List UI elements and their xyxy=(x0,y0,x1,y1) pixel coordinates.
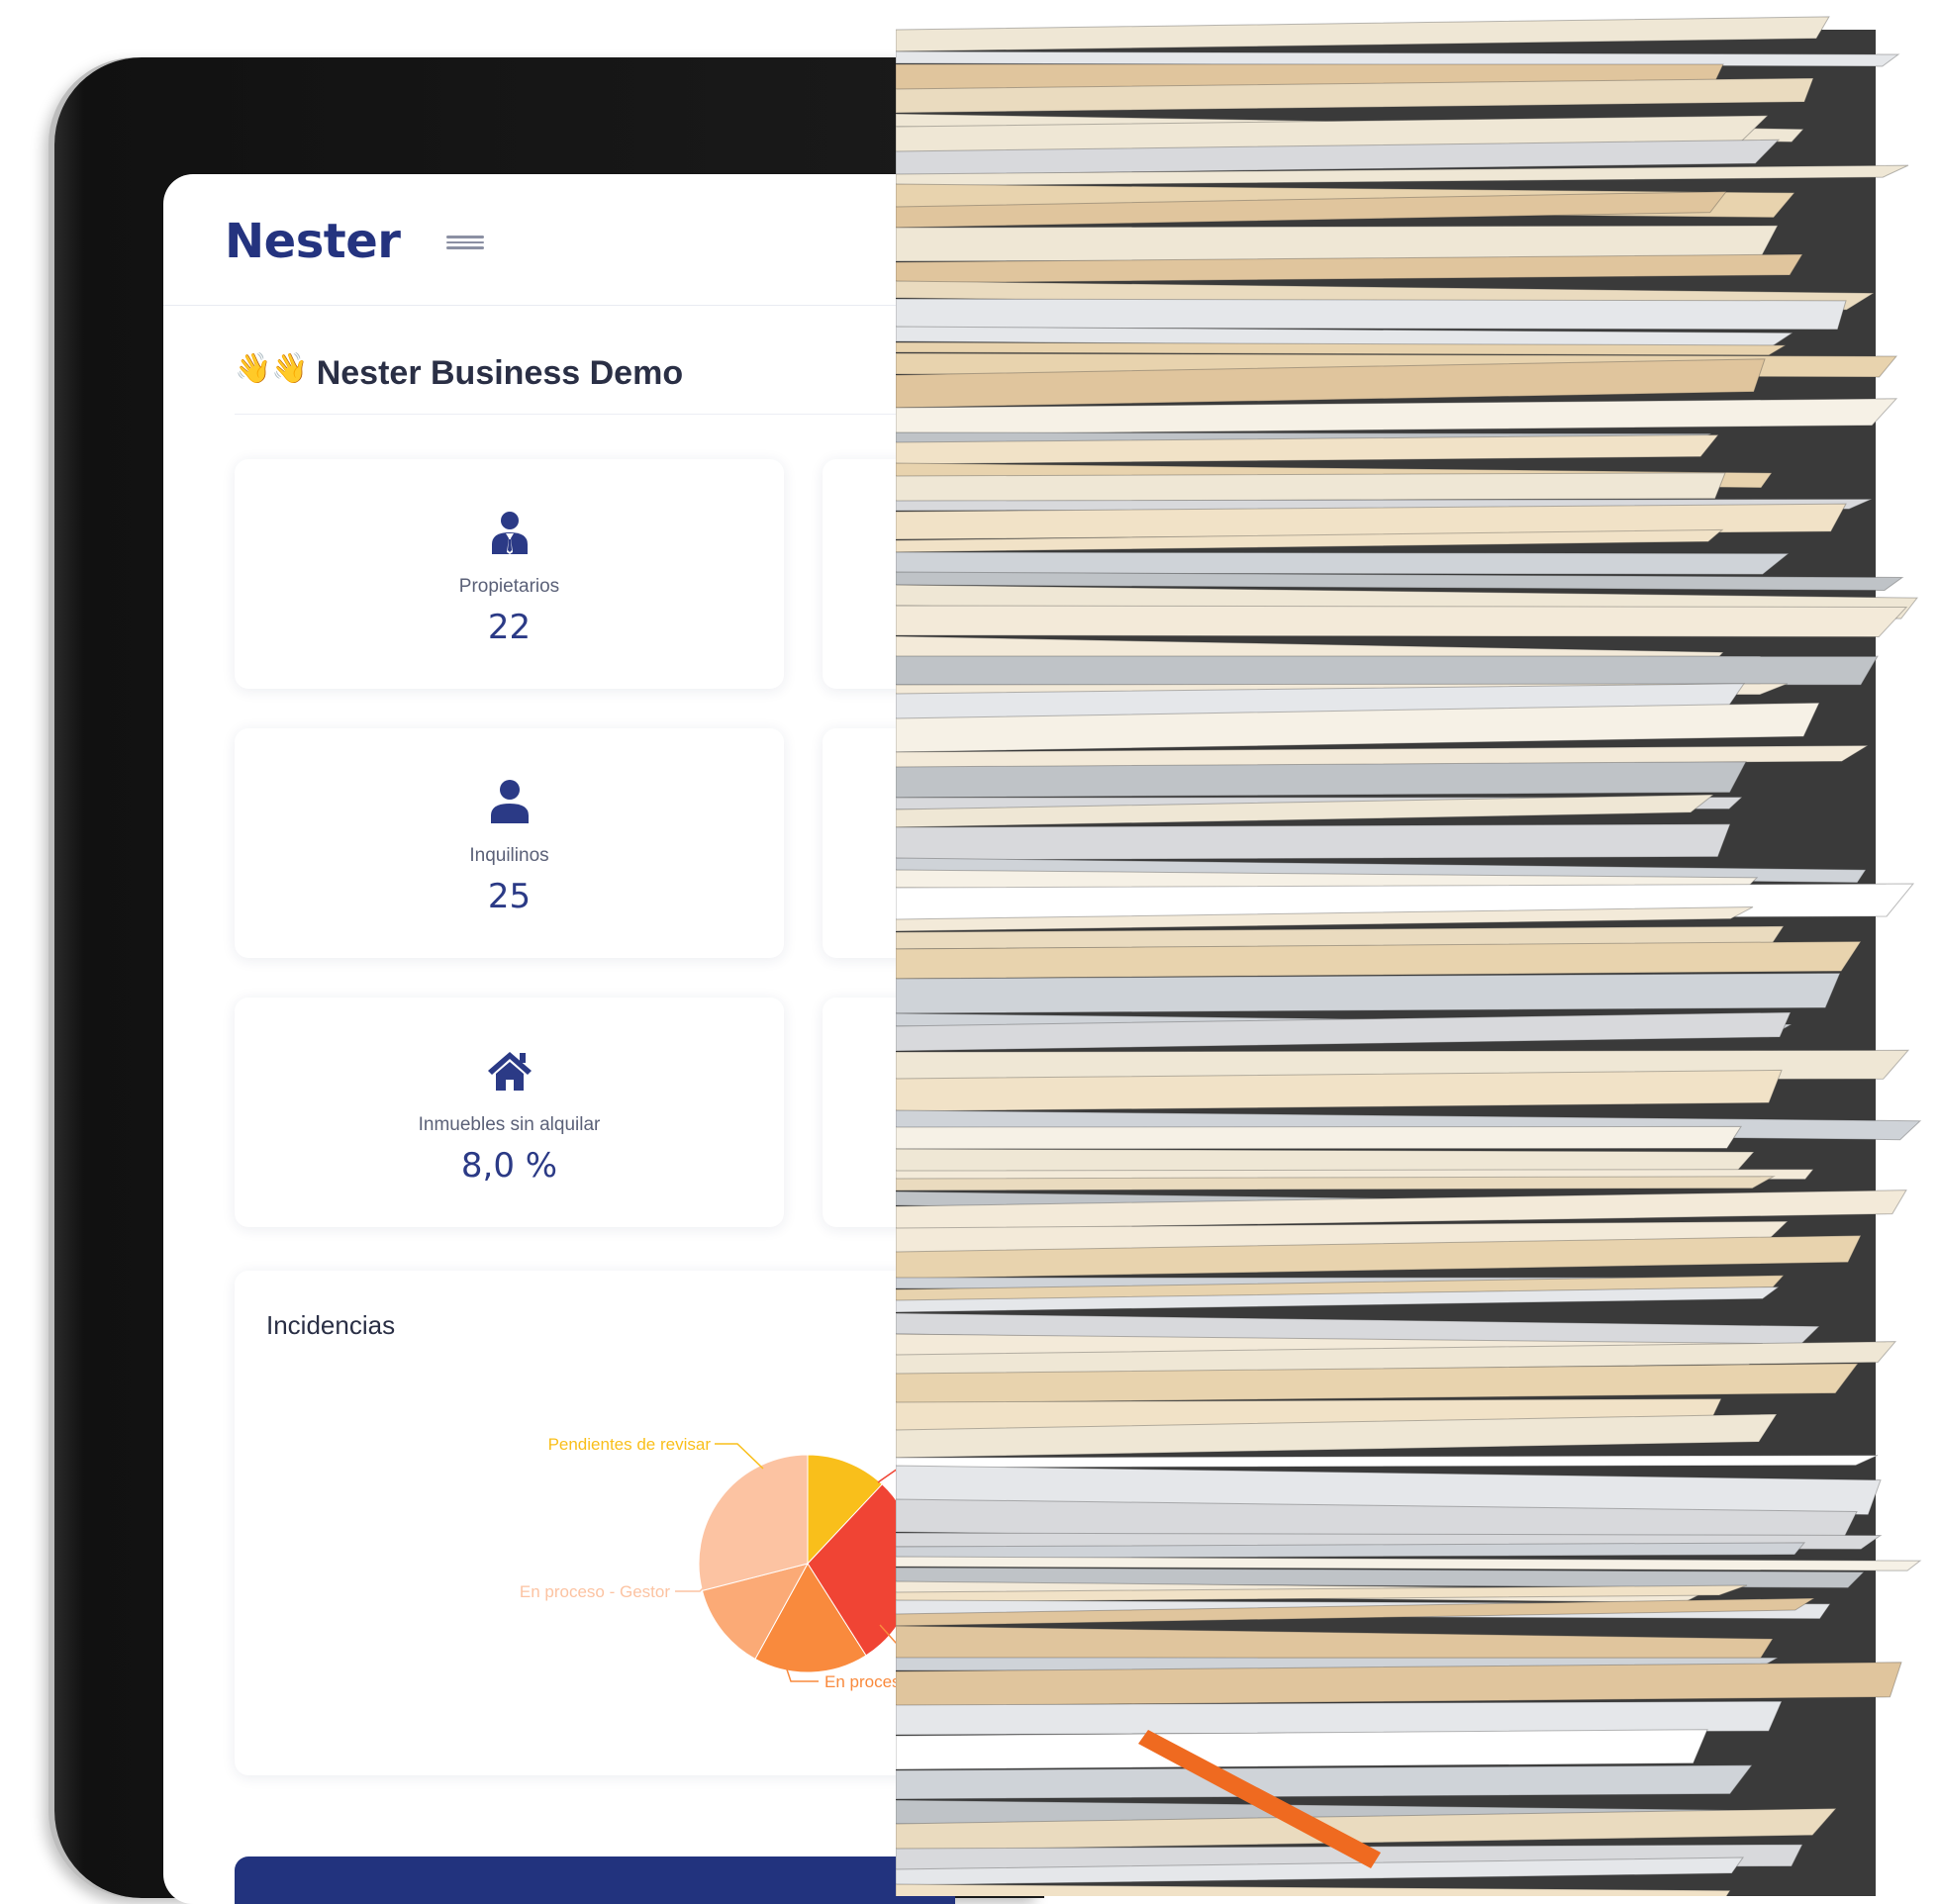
waving-hand-icon: 👋👋 xyxy=(235,352,309,385)
dashboard-screen: Nester 👋👋 Nester Business Demo Propietar… xyxy=(163,174,955,1904)
paper-sheet-84 xyxy=(896,1729,1708,1770)
paper-sheet-39 xyxy=(896,823,1731,861)
top-bar: Nester xyxy=(163,174,955,306)
paper-sheet-69 xyxy=(896,1455,1879,1469)
owner-icon xyxy=(491,512,528,554)
stat-value: 25 xyxy=(487,877,532,916)
hamburger-menu-icon[interactable] xyxy=(446,236,484,249)
paper-sheet-52 xyxy=(896,1125,1742,1150)
paper-sheet-29 xyxy=(896,605,1908,638)
stat-card-inmuebles-sin-alquilar[interactable]: Inmuebles sin alquilar 8,0 % xyxy=(235,998,784,1227)
paper-sheet-26 xyxy=(896,551,1791,575)
stat-label: Inmuebles sin alquilar xyxy=(418,1114,601,1135)
footer-banner xyxy=(235,1856,955,1904)
pie-label-gestor: En proceso - Gestor xyxy=(520,1582,670,1601)
stat-label: Inquilinos xyxy=(469,845,549,866)
organization-name: Nester Business Demo xyxy=(316,354,684,392)
paper-sheet-55 xyxy=(896,1176,1776,1191)
paper-sheet-46 xyxy=(896,972,1841,1014)
paper-sheet-36 xyxy=(896,761,1747,799)
stat-label: Propietarios xyxy=(458,576,560,597)
stat-value: 8,0 % xyxy=(460,1146,558,1186)
stat-card-inquilinos[interactable]: Inquilinos 25 xyxy=(235,728,784,958)
paper-stack-image xyxy=(896,16,1922,1896)
paper-sheet-85 xyxy=(896,1764,1754,1800)
paper-sheet-31 xyxy=(896,655,1879,686)
stat-card-propietarios[interactable]: Propietarios 22 xyxy=(235,459,784,689)
house-icon xyxy=(487,1052,532,1091)
tenant-icon xyxy=(490,780,529,823)
paper-sheet-22 xyxy=(896,472,1726,503)
paper-sheet-13 xyxy=(896,298,1847,331)
stat-value: 22 xyxy=(487,608,532,647)
leader-line-pendientes xyxy=(715,1443,764,1470)
app-logo[interactable]: Nester xyxy=(225,214,401,269)
incidencias-card: Incidencias Pendientes de revisar En proc… xyxy=(235,1271,955,1775)
paper-stack-photo xyxy=(896,0,1939,1896)
page-title: 👋👋 Nester Business Demo xyxy=(235,354,955,415)
pie-label-pendientes: Pendientes de revisar xyxy=(548,1435,712,1454)
incidencias-pie-chart: Pendientes de revisar En proceso - Gestor… xyxy=(520,1435,934,1691)
